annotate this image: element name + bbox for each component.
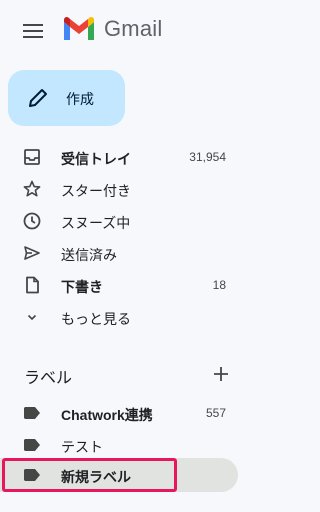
nav-item-sent[interactable]: 送信済み — [0, 237, 240, 269]
label-item-test[interactable]: テスト — [0, 429, 240, 461]
nav-item-snoozed[interactable]: スヌーズ中 — [0, 205, 240, 237]
nav-item-drafts[interactable]: 下書き 18 — [0, 269, 240, 301]
app-header: Gmail — [0, 0, 248, 60]
label-tag-icon — [24, 407, 40, 419]
gmail-logo[interactable]: Gmail — [62, 14, 162, 44]
nav-label: 受信トレイ — [61, 151, 131, 167]
send-icon — [24, 246, 40, 260]
logo-text: Gmail — [104, 16, 163, 41]
compose-label: 作成 — [66, 91, 94, 107]
draft-icon — [26, 276, 39, 294]
label-item-chatwork[interactable]: Chatwork連携 557 — [0, 397, 240, 429]
hamburger-menu-icon[interactable] — [22, 20, 44, 42]
nav-item-starred[interactable]: スター付き — [0, 173, 240, 205]
plus-icon[interactable] — [210, 363, 232, 385]
compose-button[interactable]: 作成 — [8, 70, 125, 126]
gmail-m-icon — [64, 16, 94, 40]
clock-icon — [23, 212, 41, 230]
nav-label: 下書き — [61, 279, 103, 295]
label-tag-icon — [24, 439, 40, 451]
inbox-icon — [24, 149, 40, 165]
nav-item-inbox[interactable]: 受信トレイ 31,954 — [0, 141, 240, 173]
annotation-highlight-box — [2, 458, 177, 492]
labels-header: ラベル — [0, 360, 240, 390]
label-name: Chatwork連携 — [61, 407, 153, 423]
label-name: テスト — [61, 439, 103, 455]
draft-count: 18 — [212, 278, 226, 292]
labels-title: ラベル — [24, 370, 73, 387]
nav-label: 送信済み — [61, 247, 117, 263]
star-icon — [23, 180, 41, 197]
label-count: 557 — [205, 406, 226, 420]
nav-label: もっと見る — [61, 311, 131, 327]
nav-label: スター付き — [61, 183, 131, 199]
pencil-icon — [29, 89, 47, 107]
chevron-down-icon — [27, 314, 37, 321]
nav-item-more[interactable]: もっと見る — [0, 301, 240, 333]
nav-label: スヌーズ中 — [61, 215, 131, 231]
unread-count: 31,954 — [189, 150, 226, 164]
